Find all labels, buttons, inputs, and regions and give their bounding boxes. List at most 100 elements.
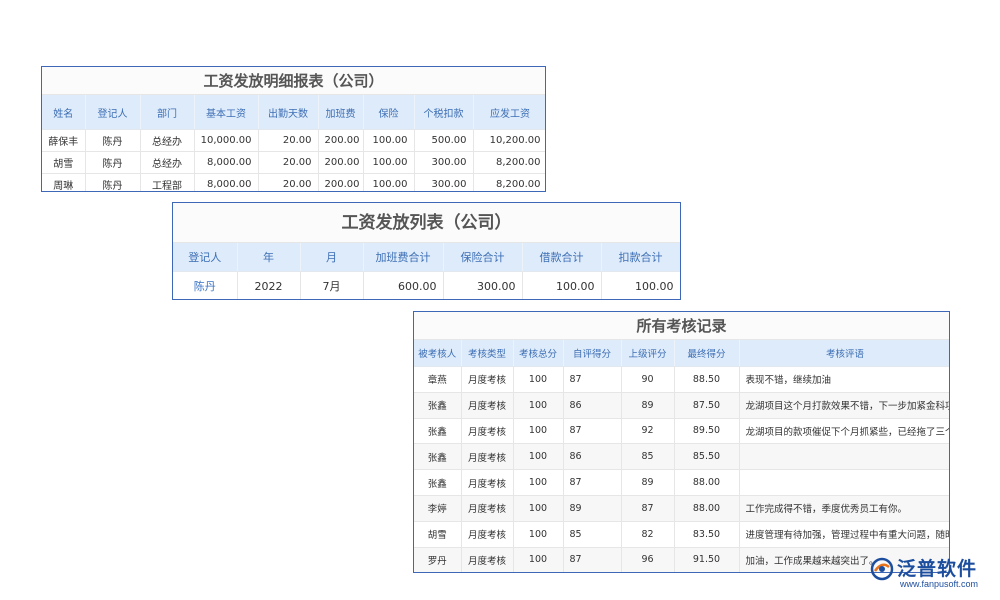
table-cell [739,443,949,471]
table-cell: 月度考核 [461,547,514,572]
table-cell: 200.00 [318,151,364,174]
table-cell: 100 [513,392,564,419]
salary-detail-col-header[interactable]: 姓名 [42,95,86,130]
salary-list-col-header[interactable]: 扣款合计 [601,243,680,272]
table-cell: 89 [621,469,675,496]
table-cell: 8,000.00 [194,151,259,174]
table-cell: 87 [563,469,622,496]
table-row[interactable]: 张鑫 月度考核 100 87 89 88.00 [414,469,949,496]
table-cell: 陈丹 [85,151,141,174]
salary-list-col-header[interactable]: 加班费合计 [363,243,444,272]
table-cell: 胡雪 [414,521,462,548]
table-cell: 陈丹 [85,173,141,191]
assessment-col-header[interactable]: 考核总分 [513,340,564,367]
table-cell: 10,000.00 [194,129,259,152]
table-cell: 92 [621,418,675,445]
table-cell[interactable]: 陈丹 [173,271,238,299]
table-cell: 10,200.00 [473,129,545,152]
table-cell: 8,200.00 [473,173,545,191]
logo-brand-text: 泛普软件 [897,558,978,580]
assessment-col-header[interactable]: 最终得分 [674,340,740,367]
table-cell: 张鑫 [414,443,462,471]
table-cell[interactable]: 薛保丰 [42,129,86,152]
salary-list-table: 登记人年月加班费合计 保险合计 借款合计 扣款合计 陈丹 2022 7月 600.00 300… [173,243,680,299]
table-cell: 100 [513,495,564,522]
table-cell: 83.50 [674,521,740,548]
table-cell: 87 [563,366,622,393]
table-cell: 张鑫 [414,469,462,496]
table-cell: 600.00 [363,271,444,299]
table-cell[interactable]: 周琳 [42,173,86,191]
salary-detail-title: 工资发放明细报表（公司） [42,67,545,95]
assessment-panel: 所有考核记录 被考核人 考核类型 考核总分 自评得分 上级评分 最终得分 考核评语 章燕 月度… [413,311,950,573]
table-cell: 工程部 [140,173,195,191]
salary-list-col-header[interactable]: 月 [300,243,364,272]
salary-detail-col-header[interactable]: 个税扣款 [414,95,474,130]
table-cell: 87 [563,547,622,572]
table-cell: 月度考核 [461,521,514,548]
table-cell: 8,200.00 [473,151,545,174]
assessment-col-header[interactable]: 被考核人 [414,340,462,367]
table-cell: 300.00 [414,151,474,174]
table-cell: 章燕 [414,366,462,393]
salary-detail-col-header[interactable]: 出勤天数 [258,95,319,130]
table-cell: 100.00 [363,129,415,152]
table-cell: 100 [513,443,564,471]
table-cell: 85 [621,443,675,471]
assessment-table: 被考核人 考核类型 考核总分 自评得分 上级评分 最终得分 考核评语 章燕 月度考核 100 87… [414,340,949,572]
table-cell: 20.00 [258,173,319,191]
table-cell: 89 [621,392,675,419]
salary-list-panel: 工资发放列表（公司） 登记人年月加班费合计 保险合计 借款合计 扣款合计 陈丹 2022… [172,202,681,300]
table-row[interactable]: 胡雪月度考核100858283.50进度管理有待加强，管理过程中有重大问题，随时… [414,521,949,548]
table-cell: 月度考核 [461,392,514,419]
assessment-col-header[interactable]: 考核类型 [461,340,514,367]
salary-list-col-header[interactable]: 保险合计 [443,243,523,272]
salary-list-col-header[interactable]: 登记人 [173,243,238,272]
table-row[interactable]: 李婷 月度考核 100 89 87 88.00 工作完成得不错，季度优秀员工有你。 [414,495,949,522]
salary-detail-col-header[interactable]: 登记人 [85,95,141,130]
table-cell: 100 [513,366,564,393]
fanpu-logo-icon [870,557,894,581]
salary-detail-col-header[interactable]: 加班费 [318,95,364,130]
table-cell: 100 [513,521,564,548]
table-cell: 总经办 [140,151,195,174]
table-row[interactable]: 张鑫 月度考核 100 86 89 87.50 龙湖项目这个月打款效果不错，下一步加紧金科项… [414,392,949,419]
table-cell: 龙湖项目的款项催促下个月抓紧些，已经拖了三个月 [739,418,949,445]
table-cell: 200.00 [318,173,364,191]
table-cell[interactable]: 胡雪 [42,151,86,174]
table-cell: 87 [563,418,622,445]
salary-detail-col-header[interactable]: 基本工资 [194,95,259,130]
table-row[interactable]: 胡雪 陈丹 总经办 8,000.00 20.00 200.00 100.00 300.00 8,… [42,151,545,174]
table-row[interactable]: 陈丹 2022 7月 600.00 300.00 100.00 100.00 [173,271,680,299]
table-cell: 20.00 [258,151,319,174]
table-cell: 罗丹 [414,547,462,572]
table-cell: 7月 [300,271,364,299]
table-cell [739,469,949,496]
table-cell: 总经办 [140,129,195,152]
assessment-col-header[interactable]: 考核评语 [739,340,949,367]
assessment-col-header[interactable]: 自评得分 [563,340,622,367]
table-cell: 88.50 [674,366,740,393]
salary-list-col-header[interactable]: 借款合计 [522,243,602,272]
salary-list-title: 工资发放列表（公司） [173,203,680,243]
salary-detail-col-header[interactable]: 应发工资 [473,95,545,130]
table-cell: 100 [513,547,564,572]
assessment-col-header[interactable]: 上级评分 [621,340,675,367]
salary-detail-col-header[interactable]: 保险 [363,95,415,130]
table-row[interactable]: 张鑫 月度考核 100 86 85 85.50 [414,443,949,471]
table-cell: 90 [621,366,675,393]
table-row[interactable]: 章燕 月度考核 100 87 90 88.50 表现不错，继续加油 [414,366,949,393]
table-cell: 500.00 [414,129,474,152]
table-row[interactable]: 张鑫 月度考核 100 87 92 89.50 龙湖项目的款项催促下个月抓紧些，已经拖了三个… [414,418,949,445]
assessment-title: 所有考核记录 [414,312,949,340]
table-cell: 82 [621,521,675,548]
table-row[interactable]: 薛保丰 陈丹 总经办 10,000.00 20.00 200.00 100.00 500.00… [42,129,545,152]
salary-list-col-header[interactable]: 年 [237,243,301,272]
table-row[interactable]: 周琳 陈丹 工程部 8,000.00 20.00 200.00 100.00 300.00 8,… [42,173,545,191]
table-cell: 月度考核 [461,469,514,496]
table-cell: 100.00 [363,151,415,174]
table-cell: 87 [621,495,675,522]
table-cell: 86 [563,443,622,471]
salary-detail-col-header[interactable]: 部门 [140,95,195,130]
table-cell: 85 [563,521,622,548]
